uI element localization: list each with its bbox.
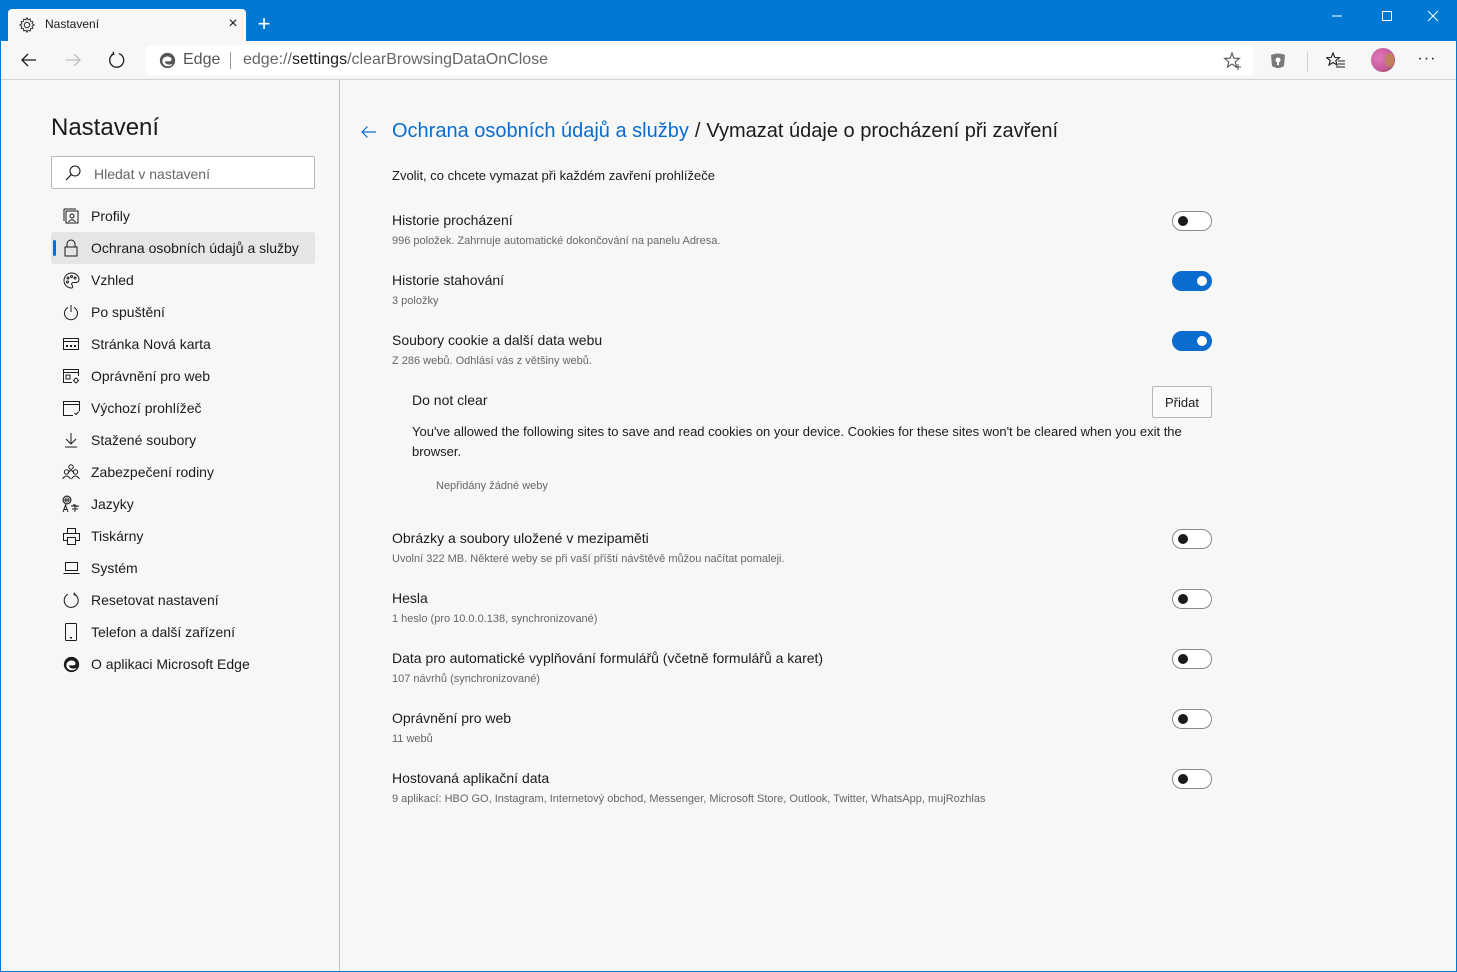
minimize-button[interactable]: [1314, 0, 1360, 32]
do-not-clear-description: You've allowed the following sites to sa…: [412, 424, 1182, 459]
browsing-history-toggle[interactable]: [1172, 211, 1212, 231]
breadcrumb-parent-link[interactable]: Ochrana osobních údajů a služby: [392, 120, 689, 143]
hosted-app-data-toggle[interactable]: [1172, 769, 1212, 789]
toggle-knob: [1178, 594, 1188, 604]
toggle-knob: [1178, 774, 1188, 784]
sidebar-item-system[interactable]: Systém: [51, 552, 315, 584]
back-button[interactable]: [13, 45, 45, 75]
profile-avatar[interactable]: [1371, 48, 1395, 72]
tab-settings[interactable]: Nastavení ×: [8, 9, 246, 41]
site-permissions-icon: [62, 367, 80, 385]
sidebar-item-about-edge[interactable]: O aplikaci Microsoft Edge: [51, 648, 315, 680]
sidebar-item-family-safety[interactable]: Zabezpečení rodiny: [51, 456, 315, 488]
title-bar: Nastavení × +: [1, 0, 1456, 41]
toolbar-divider: [1307, 52, 1308, 72]
minimize-icon: [1332, 15, 1342, 17]
toggle-knob: [1197, 336, 1207, 346]
toggle-knob: [1178, 534, 1188, 544]
sidebar-item-appearance[interactable]: Vzhled: [51, 264, 315, 296]
refresh-icon: [109, 51, 125, 68]
sidebar-item-new-tab-page[interactable]: Stránka Nová karta: [51, 328, 315, 360]
toggle-knob: [1178, 654, 1188, 664]
back-icon: [21, 53, 36, 67]
extension-shield-icon: [1271, 53, 1285, 68]
printer-icon: [62, 527, 80, 545]
no-sites-text: Nepřidány žádné weby: [436, 480, 548, 492]
close-icon: [1427, 10, 1439, 22]
add-site-button[interactable]: Přidat: [1152, 386, 1212, 418]
passwords-toggle[interactable]: [1172, 589, 1212, 609]
favorite-star-icon[interactable]: [1223, 51, 1243, 71]
settings-nav: Profily Ochrana osobních údajů a služby …: [51, 200, 315, 680]
gear-icon: [18, 16, 36, 34]
phone-icon: [62, 623, 80, 641]
sidebar-item-downloads[interactable]: Stažené soubory: [51, 424, 315, 456]
new-tab-button[interactable]: +: [253, 13, 275, 35]
edge-logo-icon: [159, 52, 176, 69]
settings-page: Nastavení Hledat v nastavení Profily Och…: [1, 80, 1456, 971]
sidebar-item-languages[interactable]: Jazyky: [51, 488, 315, 520]
new-tab-page-icon: [62, 335, 80, 353]
cookies-toggle[interactable]: [1172, 331, 1212, 351]
extension-button[interactable]: [1266, 49, 1290, 73]
sidebar-item-startup[interactable]: Po spuštění: [51, 296, 315, 328]
search-placeholder: Hledat v nastavení: [94, 166, 210, 182]
more-button[interactable]: ···: [1415, 47, 1439, 71]
download-history-toggle[interactable]: [1172, 271, 1212, 291]
refresh-button[interactable]: [101, 45, 133, 75]
url-text[interactable]: edge://settings/clearBrowsingDataOnClose: [243, 51, 548, 69]
search-icon: [65, 165, 81, 181]
tab-title: Nastavení: [45, 17, 100, 31]
sidebar-item-privacy[interactable]: Ochrana osobních údajů a služby: [51, 232, 315, 264]
intro-text: Zvolit, co chcete vymazat při každém zav…: [392, 168, 715, 183]
sidebar-item-site-permissions[interactable]: Oprávnění pro web: [51, 360, 315, 392]
favorites-list-icon: [1326, 51, 1345, 68]
close-window-button[interactable]: [1410, 0, 1456, 32]
forward-icon: [66, 53, 81, 67]
laptop-icon: [62, 559, 80, 577]
forward-button[interactable]: [57, 45, 89, 75]
breadcrumb-back-button[interactable]: [361, 122, 381, 142]
sidebar-title: Nastavení: [51, 114, 160, 141]
favorites-button[interactable]: [1324, 49, 1348, 73]
edge-logo-icon: [62, 655, 80, 673]
sidebar-item-default-browser[interactable]: Výchozí prohlížeč: [51, 392, 315, 424]
cached-images-toggle[interactable]: [1172, 529, 1212, 549]
power-icon: [62, 303, 80, 321]
site-permissions-toggle[interactable]: [1172, 709, 1212, 729]
settings-search-input[interactable]: Hledat v nastavení: [51, 156, 315, 189]
reset-icon: [62, 591, 80, 609]
browser-window: Nastavení × + Edge edge://settings/clear…: [1, 0, 1456, 971]
breadcrumb: Ochrana osobních údajů a služby / Vymaza…: [361, 120, 1058, 143]
breadcrumb-separator: /: [694, 120, 701, 142]
default-browser-icon: [62, 399, 80, 417]
tab-close-button[interactable]: ×: [224, 14, 242, 34]
browser-toolbar: Edge edge://settings/clearBrowsingDataOn…: [1, 41, 1456, 80]
address-bar[interactable]: Edge edge://settings/clearBrowsingDataOn…: [146, 45, 1253, 76]
do-not-clear-title: Do not clear: [412, 392, 488, 408]
back-arrow-icon: [361, 125, 376, 138]
toggle-knob: [1197, 276, 1207, 286]
download-icon: [62, 431, 80, 449]
sidebar-item-profiles[interactable]: Profily: [51, 200, 315, 232]
toggle-knob: [1178, 216, 1188, 226]
autofill-toggle[interactable]: [1172, 649, 1212, 669]
lock-icon: [62, 239, 80, 257]
maximize-icon: [1382, 11, 1392, 21]
settings-sidebar: Nastavení Hledat v nastavení Profily Och…: [1, 80, 340, 971]
address-separator: [230, 52, 231, 69]
sidebar-item-phone-devices[interactable]: Telefon a další zařízení: [51, 616, 315, 648]
page-title: Vymazat údaje o procházení při zavření: [706, 120, 1059, 142]
sidebar-item-reset-settings[interactable]: Resetovat nastavení: [51, 584, 315, 616]
languages-icon: [62, 495, 80, 513]
site-identity-label: Edge: [183, 51, 221, 68]
family-icon: [62, 463, 80, 481]
sidebar-item-printers[interactable]: Tiskárny: [51, 520, 315, 552]
maximize-button[interactable]: [1364, 0, 1410, 32]
settings-main: Ochrana osobních údajů a služby / Vymaza…: [341, 80, 1456, 971]
palette-icon: [62, 271, 80, 289]
profile-icon: [62, 207, 80, 225]
toggle-knob: [1178, 714, 1188, 724]
